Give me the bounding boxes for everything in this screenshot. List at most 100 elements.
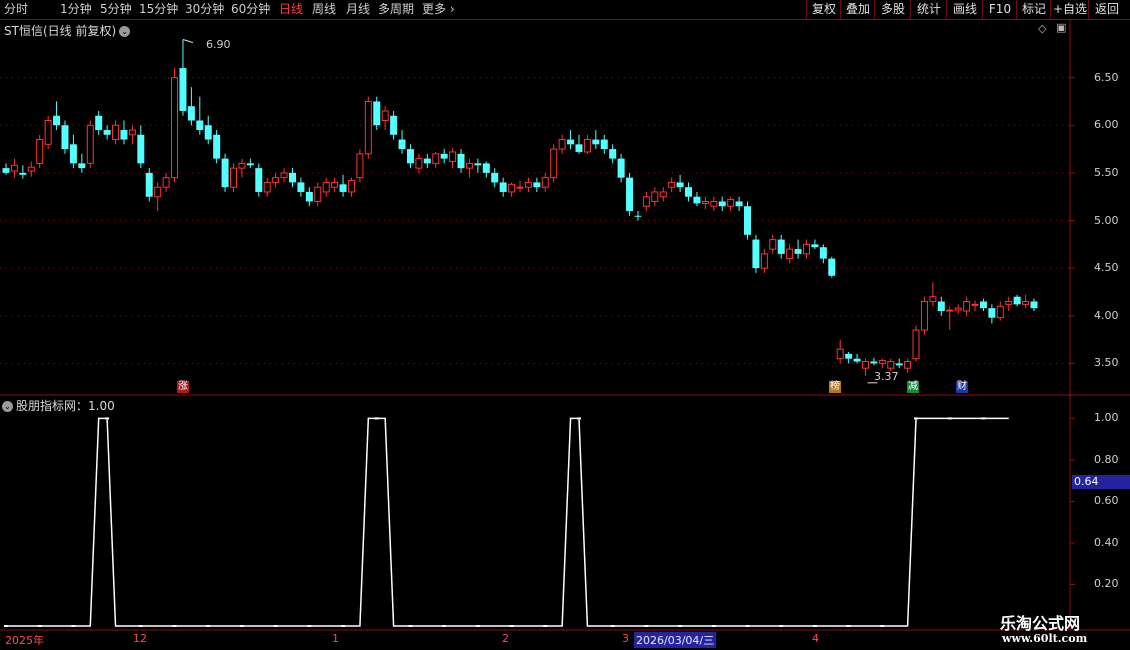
candle-body — [718, 201, 726, 207]
candle-body — [524, 181, 532, 188]
candle-body — [255, 168, 263, 192]
candle-body — [600, 139, 608, 150]
candle-body — [398, 139, 406, 150]
candle — [406, 144, 414, 169]
candle-body — [297, 182, 305, 192]
candle-body — [904, 361, 912, 369]
candle — [10, 158, 18, 178]
marker-bang[interactable]: 榜 — [829, 381, 841, 393]
candle-body — [963, 301, 971, 312]
chevron-down-icon[interactable]: ⌄ — [119, 26, 131, 37]
candle — [196, 96, 204, 135]
candle — [128, 125, 136, 145]
indicator-panel-title[interactable]: ⌄ 股朋指标网：1.00 — [2, 397, 115, 414]
candle-body — [508, 183, 516, 193]
candle-body — [819, 247, 827, 259]
candle-body — [120, 130, 128, 140]
watermark-title: 乐淘公式网 — [1000, 614, 1081, 633]
candle — [465, 158, 473, 178]
indicator-tick-label: 0.60 — [1094, 494, 1119, 508]
candle-body — [668, 181, 676, 188]
candle — [364, 96, 372, 159]
candle-body — [1005, 301, 1013, 305]
indicator-line — [6, 417, 1009, 627]
indicator-point — [880, 625, 885, 627]
candle-body — [171, 77, 179, 179]
diamond-icon[interactable]: ◇ — [1038, 22, 1046, 35]
high-price-label: 6.90 — [206, 38, 231, 51]
candle-body — [895, 363, 903, 366]
indicator-tick-label: 1.00 — [1094, 411, 1119, 425]
candle — [297, 177, 305, 197]
candle — [1022, 294, 1030, 309]
chevron-down-icon[interactable]: ⌄ — [2, 401, 13, 412]
candle-body — [693, 196, 701, 204]
candle — [524, 177, 532, 192]
candle-body — [878, 360, 886, 364]
candle — [836, 339, 844, 364]
candle — [937, 296, 945, 316]
candle-body — [710, 200, 718, 207]
x-label-3: 3 — [622, 632, 629, 645]
candle — [347, 177, 355, 197]
marker-zhang[interactable]: 涨 — [177, 381, 189, 393]
candle — [27, 161, 35, 177]
candle — [710, 196, 718, 211]
candle — [802, 239, 810, 259]
candle — [583, 134, 591, 154]
candle-body — [946, 309, 954, 312]
candle-body — [128, 129, 136, 136]
candle — [491, 168, 499, 188]
candle-body — [845, 353, 853, 359]
candle — [819, 244, 827, 264]
candle — [381, 106, 389, 131]
candle — [432, 151, 440, 169]
candle-body — [642, 196, 650, 207]
candle-body — [95, 115, 103, 131]
candle — [727, 196, 735, 211]
indicator-series — [4, 417, 1009, 627]
candle-body — [685, 187, 693, 197]
price-tick-label: 4.50 — [1094, 261, 1119, 275]
candle-body — [634, 215, 642, 217]
candle — [878, 358, 886, 369]
indicator-point — [981, 417, 986, 420]
candle — [398, 130, 406, 154]
candle-body — [2, 168, 10, 173]
candle-body — [541, 177, 549, 188]
candle-body — [929, 296, 937, 303]
candle — [171, 68, 179, 183]
candle-body — [979, 301, 987, 309]
candle — [600, 134, 608, 154]
candle — [508, 182, 516, 197]
candle-body — [187, 106, 195, 121]
candle — [95, 110, 103, 135]
candle-body — [558, 139, 566, 150]
indicator-point — [914, 417, 919, 420]
candle-body — [701, 200, 709, 204]
candle — [474, 158, 482, 173]
candle-body — [744, 206, 752, 235]
candle — [204, 115, 212, 145]
indicator-point — [711, 625, 716, 627]
candle-body — [491, 172, 499, 183]
candle-body — [971, 303, 979, 306]
marker-jian[interactable]: 减 — [907, 381, 919, 393]
candle — [449, 148, 457, 169]
indicator-point — [307, 625, 312, 627]
candle — [255, 163, 263, 197]
main-panel-title[interactable]: ST恒信(日线 前复权) ⌄ — [4, 22, 131, 39]
candle-body — [861, 361, 869, 369]
candle-body — [1013, 296, 1021, 305]
indicator-point — [408, 625, 413, 627]
candle — [685, 182, 693, 202]
candle-body — [196, 120, 204, 131]
candle-body — [238, 162, 246, 169]
candle — [499, 177, 507, 197]
panel-toggle-icon[interactable]: ▣ — [1056, 21, 1066, 34]
candle — [78, 153, 86, 173]
candle-body — [339, 184, 347, 192]
indicator-point — [341, 625, 346, 627]
marker-cai[interactable]: 财 — [956, 381, 968, 393]
candlestick-series — [2, 39, 1038, 384]
